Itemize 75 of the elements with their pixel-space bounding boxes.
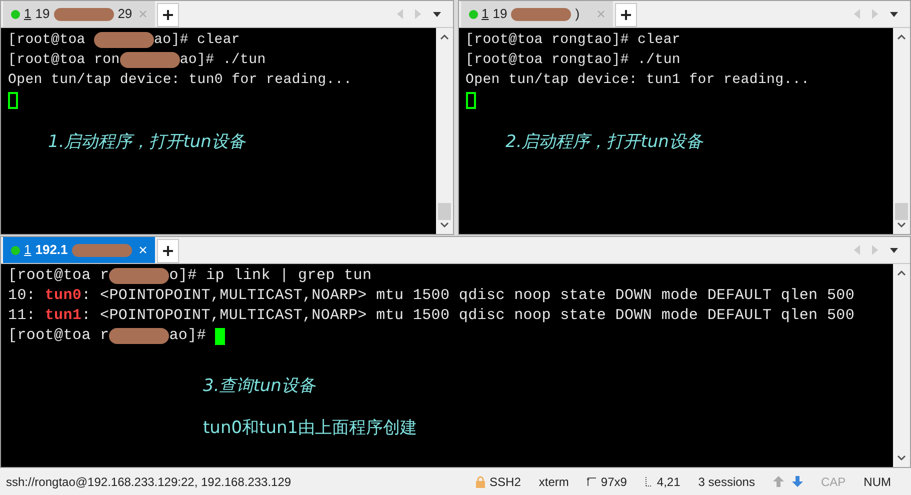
lock-icon — [474, 476, 486, 488]
terminal-text: [root@toa rongtao]# ./tun — [466, 51, 681, 70]
redaction-mark — [511, 8, 572, 20]
new-tab-button[interactable] — [157, 239, 179, 263]
tab-title: 29 — [118, 5, 132, 24]
dropdown-caret-icon[interactable] — [890, 248, 898, 252]
scroll-down-icon[interactable] — [440, 222, 448, 228]
terminal-text: ao]# ./tun — [180, 51, 266, 70]
tab-number: 1 — [24, 5, 32, 24]
session-count: 3 sessions — [698, 474, 755, 490]
num-lock-indicator: NUM — [864, 474, 891, 490]
terminal-text: [root@toa r — [8, 266, 110, 286]
terminal-text: ao]# clear — [154, 31, 240, 50]
terminal-text: [root@toa — [8, 31, 86, 50]
terminal-text: Open tun/tap device: tun0 for reading... — [8, 71, 352, 90]
redaction-mark — [72, 244, 132, 256]
terminal-text: o]# ip link | grep tun — [169, 266, 372, 286]
cursor-position: 4,21 — [656, 474, 680, 490]
scroll-down-icon[interactable] — [897, 222, 906, 228]
tab-title: ) — [575, 5, 580, 24]
interface-name: tun1 — [44, 306, 82, 326]
scroll-up-icon[interactable] — [897, 34, 906, 40]
redaction-mark — [94, 32, 154, 48]
session-tab[interactable]: 1 192.1 — [3, 237, 155, 263]
scroll-up-icon[interactable] — [897, 270, 906, 276]
terminal-text: 11: — [8, 306, 37, 326]
annotation-text: tun0和tun1由上面程序创建 — [203, 416, 418, 440]
cursor-position-icon — [644, 476, 653, 486]
dropdown-caret-icon[interactable] — [432, 12, 440, 16]
scroll-thumb[interactable] — [438, 203, 450, 220]
terminal-area[interactable] — [1, 264, 893, 467]
annotation-text: 2.启动程序，打开tun设备 — [506, 131, 704, 154]
tab-number: 1 — [24, 241, 32, 260]
annotation-text: 1.启动程序，打开tun设备 — [48, 131, 247, 154]
resize-icon — [586, 476, 597, 486]
tab-title: 192.1 — [35, 241, 68, 260]
new-tab-button[interactable] — [614, 3, 636, 27]
protocol-label: SSH2 — [490, 474, 521, 490]
terminal-text: : <POINTOPOINT,MULTICAST,NOARP> mtu 1500 qdisc noop state DOWN mode DEFAULT qlen 500 — [82, 286, 855, 306]
connection-address: ssh://rongtao@192.168.233.129:22, 192.168.233.129 — [6, 474, 292, 490]
terminal-area[interactable]: [root@toa ao]# clear [root@toa ron ao]# ./tun Open tun/tap device: tun0 for reading... 1.启动程序，打开tun设备 — [1, 28, 436, 234]
download-arrow-icon[interactable] — [792, 476, 803, 487]
terminal-text: [root@toa r — [8, 326, 110, 346]
redaction-mark — [109, 268, 170, 284]
scrollbar[interactable] — [893, 28, 910, 234]
plus-icon — [620, 10, 630, 20]
tab-title: 19 — [35, 5, 50, 24]
tab-number: 1 — [482, 5, 489, 24]
terminal-text: [root@toa rongtao]# clear — [466, 31, 681, 50]
scroll-down-icon[interactable] — [897, 455, 906, 461]
scrollbar[interactable] — [436, 28, 452, 234]
terminal-size: 97x9 — [600, 474, 627, 490]
redaction-mark — [54, 8, 114, 20]
plus-icon — [163, 246, 173, 256]
interface-name: tun0 — [44, 286, 82, 306]
new-tab-button[interactable] — [157, 3, 179, 27]
redaction-mark — [120, 52, 180, 68]
terminal-text: ao]# — [169, 326, 208, 346]
terminal-text: [root@toa ron — [8, 51, 120, 70]
terminal-area[interactable]: [root@toa rongtao]# clear [root@toa rongtao]# ./tun Open tun/tap device: tun1 for reading... 2.启动程序，打开tun设备 — [458, 28, 893, 234]
scroll-thumb[interactable] — [895, 203, 908, 220]
terminal-text: 10: — [8, 286, 37, 306]
plus-icon — [163, 10, 173, 20]
scrollbar[interactable] — [893, 264, 910, 467]
terminal-type: xterm — [538, 474, 569, 490]
tab-title: 19 — [492, 5, 508, 24]
terminal-text: : <POINTOPOINT,MULTICAST,NOARP> mtu 1500 qdisc noop state DOWN mode DEFAULT qlen 500 — [82, 306, 855, 326]
dropdown-caret-icon[interactable] — [890, 12, 898, 16]
caps-lock-indicator: CAP — [820, 474, 846, 490]
redaction-mark — [109, 328, 170, 344]
scroll-up-icon[interactable] — [440, 34, 448, 40]
session-tab[interactable]: 1 19 ) — [460, 1, 612, 27]
session-tab[interactable]: 1 19 29 — [3, 1, 155, 27]
terminal-text: Open tun/tap device: tun1 for reading... — [466, 71, 810, 90]
annotation-text: 3.查询tun设备 — [203, 375, 317, 398]
